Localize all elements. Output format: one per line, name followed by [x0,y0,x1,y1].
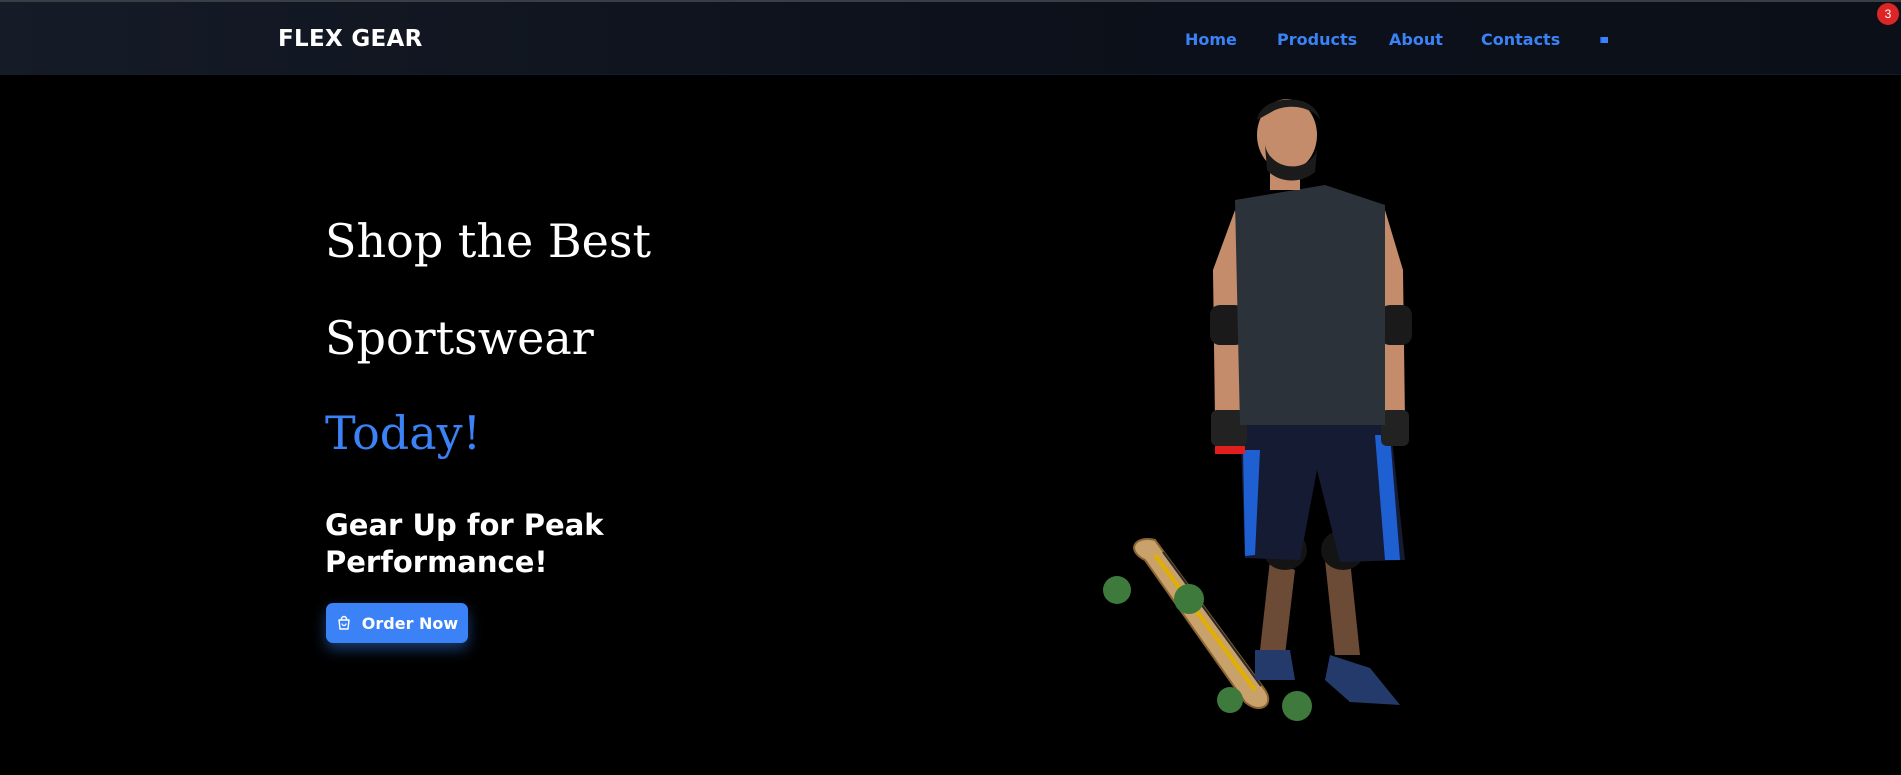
flag-icon[interactable] [1600,37,1608,43]
nav-about[interactable]: About [1389,30,1443,49]
nav-home[interactable]: Home [1185,30,1237,49]
hero-skateboarder-image [1103,99,1412,721]
notification-badge[interactable]: 3 [1877,3,1899,25]
order-now-label: Order Now [361,613,459,633]
hero-title-line-3: Today! [325,406,482,460]
shopping-bag-icon [338,615,350,630]
hero-title-line-2: Sportswear [325,311,594,365]
navbar: FLEX GEAR Home Products About Contacts [0,2,1901,75]
hero-subheading: Gear Up for Peak Performance! [325,508,604,579]
hero-title-line-1: Shop the Best [325,214,651,268]
nav-products[interactable]: Products [1277,30,1357,49]
nav-contacts[interactable]: Contacts [1481,30,1560,49]
nav-menu: Home Products About Contacts [0,30,1901,54]
order-now-button[interactable]: Order Now [326,603,468,643]
